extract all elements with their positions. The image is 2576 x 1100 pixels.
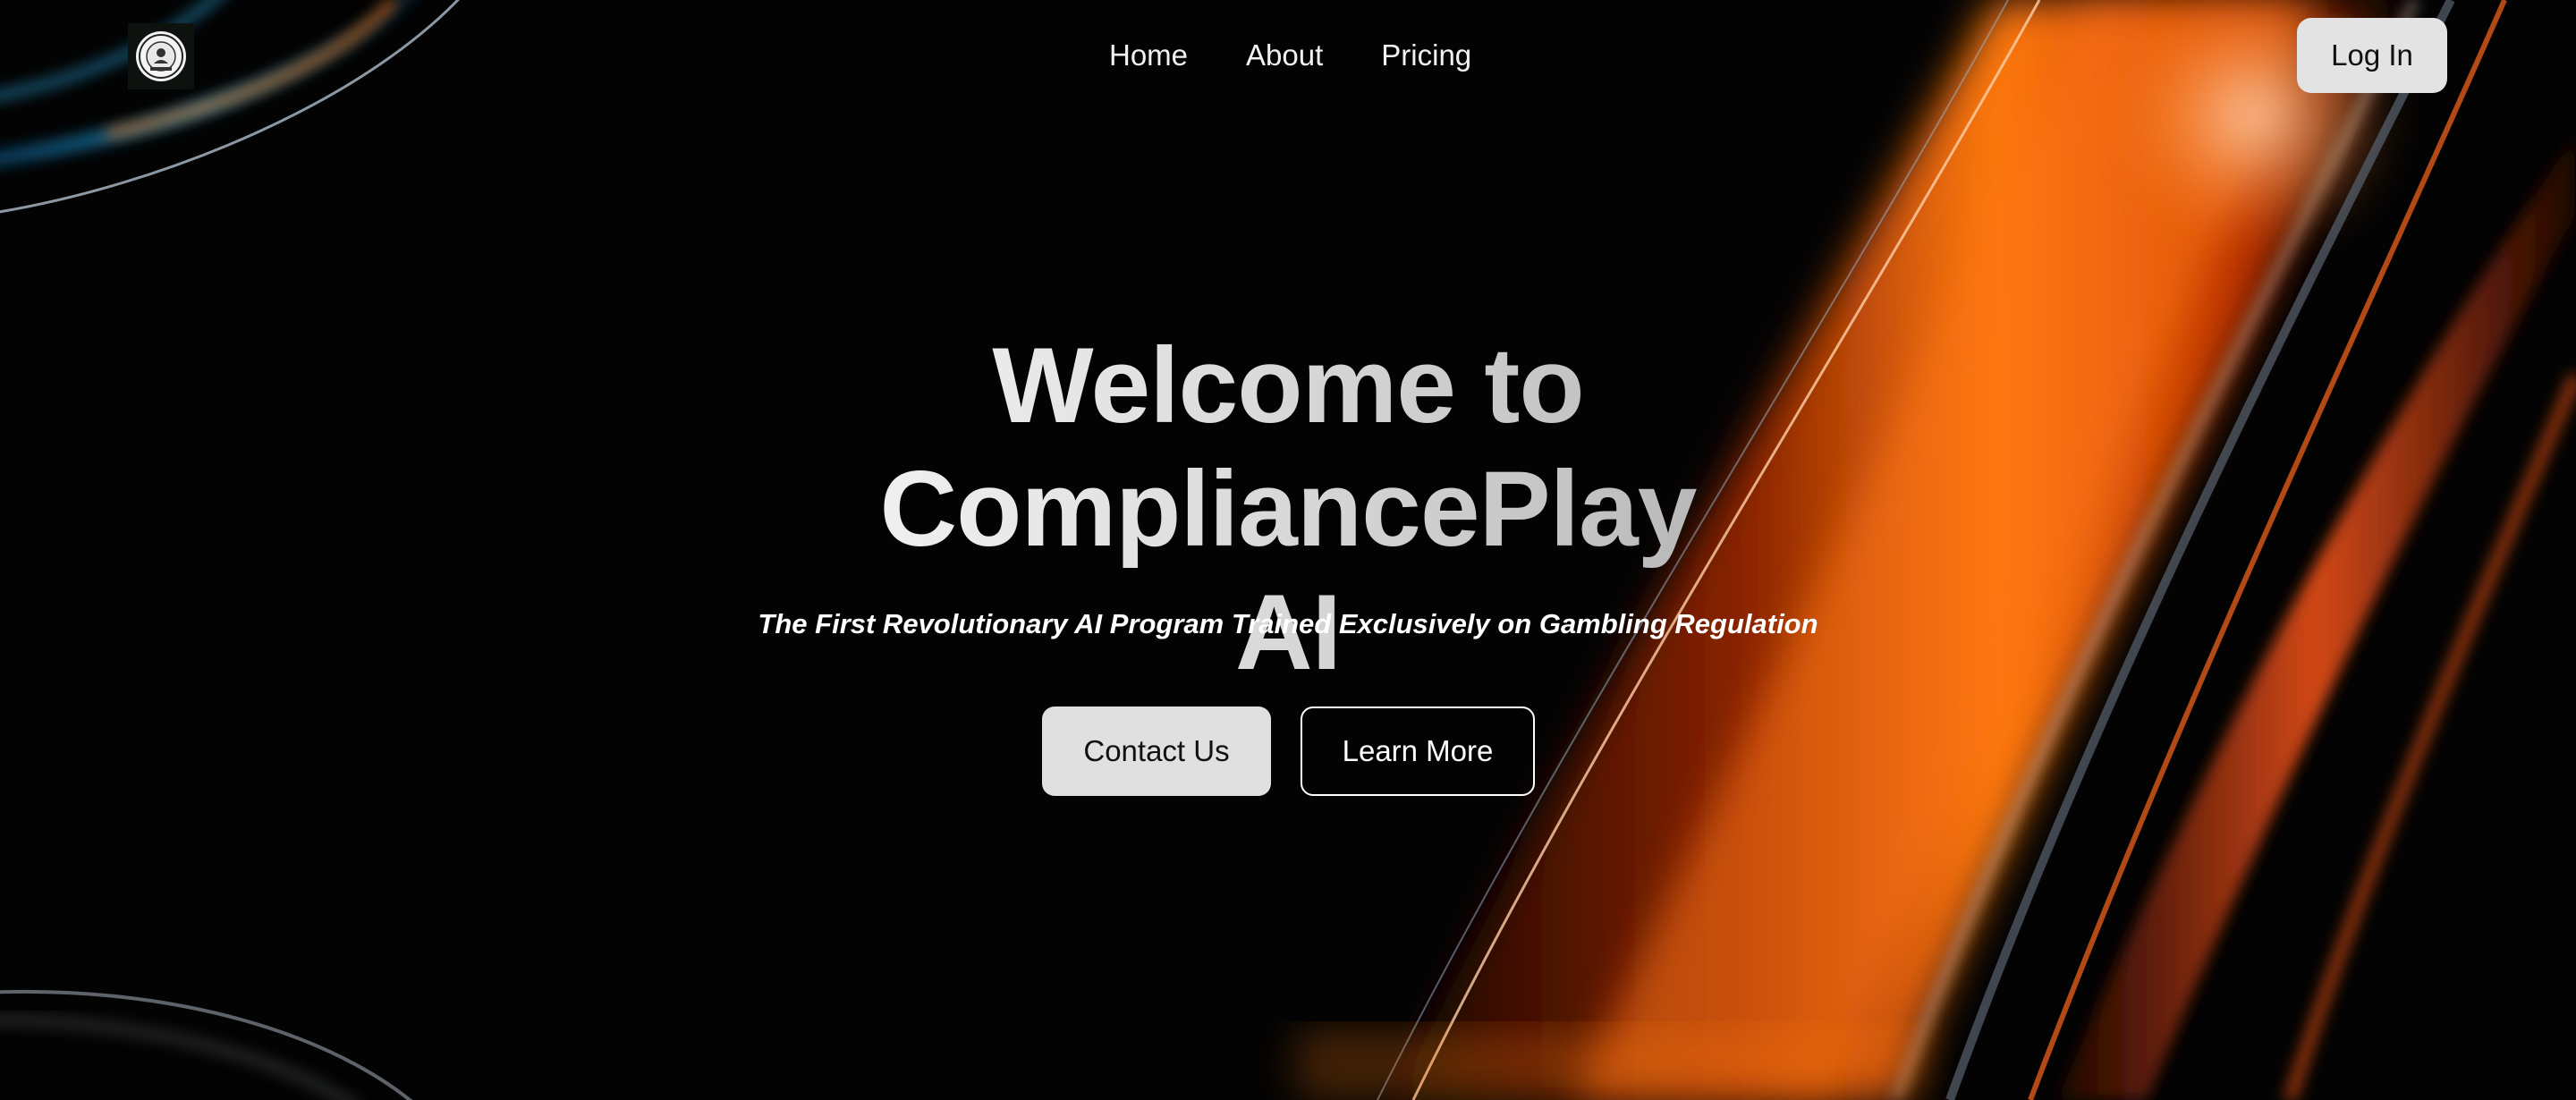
nav-link-pricing[interactable]: Pricing: [1381, 38, 1471, 72]
learn-more-button[interactable]: Learn More: [1301, 707, 1535, 796]
company-logo[interactable]: [128, 23, 194, 89]
cta-buttons: Contact Us Learn More: [1042, 707, 1535, 796]
login-button[interactable]: Log In: [2297, 18, 2447, 93]
hero-subtitle: The First Revolutionary AI Program Train…: [758, 608, 1818, 639]
nav-link-home[interactable]: Home: [1109, 38, 1188, 72]
nav-link-about[interactable]: About: [1246, 38, 1323, 72]
seal-icon: [136, 31, 186, 81]
contact-us-button[interactable]: Contact Us: [1042, 707, 1271, 796]
main-nav: Home About Pricing: [1109, 34, 1471, 77]
top-navigation: Home About Pricing Log In: [0, 0, 2576, 113]
hero-title-line1: Welcome to CompliancePlay: [879, 326, 1697, 569]
